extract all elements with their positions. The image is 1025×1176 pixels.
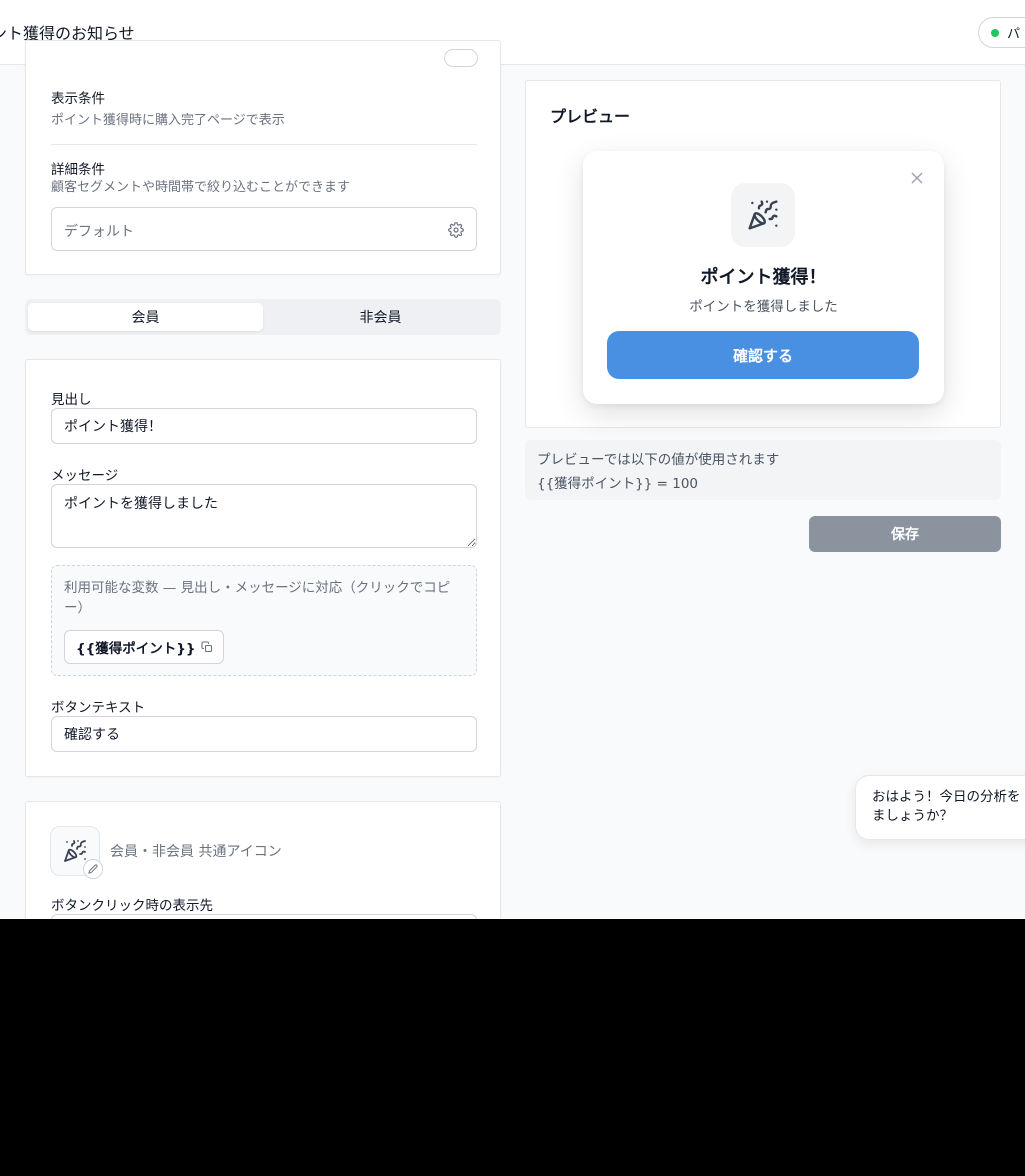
detail-condition-select[interactable]: デフォルト bbox=[51, 207, 477, 251]
copy-icon bbox=[201, 641, 213, 653]
preview-modal: ポイント獲得！ ポイントを獲得しました 確認する bbox=[583, 151, 944, 404]
content-settings-card: 見出し メッセージ ポイントを獲得しました 利用可能な変数 — 見出し・メッセー… bbox=[25, 359, 501, 777]
divider bbox=[51, 144, 477, 145]
preview-title: プレビュー bbox=[550, 107, 631, 126]
close-icon[interactable] bbox=[910, 171, 924, 185]
tab-non-member[interactable]: 非会員 bbox=[263, 303, 498, 331]
preview-card: プレビュー ポイント獲得！ ポイントを獲得しました 確認する bbox=[525, 80, 1001, 428]
status-dot-icon bbox=[991, 28, 999, 37]
variable-chip[interactable]: {{獲得ポイント}} bbox=[64, 630, 225, 664]
tab-member[interactable]: 会員 bbox=[28, 303, 263, 331]
detail-condition-label: 詳細条件 bbox=[51, 162, 105, 178]
icon-caption: 会員・非会員 共通アイコン bbox=[110, 844, 282, 860]
chat-assistant-bubble[interactable]: おはよう！今日の分析を​ましょうか？ bbox=[855, 775, 1025, 840]
click-target-select[interactable] bbox=[51, 914, 477, 919]
variables-panel: 利用可能な変数 — 見出し・メッセージに対応（クリックでコピー） {{獲得ポイン… bbox=[51, 565, 477, 676]
detail-condition-select-value: デフォルト bbox=[64, 224, 134, 240]
display-condition-value: ポイント獲得時に購入完了ページで表示 bbox=[51, 113, 285, 128]
gear-icon[interactable] bbox=[448, 222, 464, 238]
toggle-switch[interactable] bbox=[444, 49, 478, 67]
detail-condition-help: 顧客セグメントや時間帯で絞り込むことができます bbox=[51, 180, 351, 195]
icon-settings-card: 会員・非会員 共通アイコン ボタンクリック時の表示先 bbox=[25, 801, 501, 919]
status-label: パ bbox=[1007, 27, 1021, 42]
heading-field-label: 見出し bbox=[51, 392, 92, 408]
modal-confirm-button[interactable]: 確認する bbox=[607, 331, 919, 379]
party-popper-icon bbox=[748, 200, 778, 230]
modal-heading: ポイント獲得！ bbox=[700, 267, 827, 288]
member-segment-control: 会員 非会員 bbox=[25, 299, 501, 335]
message-field-label: メッセージ bbox=[51, 468, 119, 484]
edit-icon-button[interactable] bbox=[83, 859, 103, 879]
preview-note-variable: {{獲得ポイント}} = 100 bbox=[537, 476, 699, 492]
heading-input[interactable] bbox=[51, 408, 477, 444]
message-textarea[interactable]: ポイントを獲得しました bbox=[51, 484, 477, 548]
button-text-field-label: ボタンテキスト bbox=[51, 700, 146, 716]
variables-description: 利用可能な変数 — 見出し・メッセージに対応（クリックでコピー） bbox=[64, 580, 451, 616]
modal-icon-tile bbox=[731, 183, 795, 247]
status-badge[interactable]: パ bbox=[978, 17, 1025, 48]
preview-note-line: プレビューでは以下の値が使用されます bbox=[537, 452, 780, 468]
modal-message: ポイントを獲得しました bbox=[689, 299, 838, 315]
save-button[interactable]: 保存 bbox=[809, 516, 1001, 552]
preview-note: プレビューでは以下の値が使用されます {{獲得ポイント}} = 100 bbox=[525, 440, 1001, 500]
app-window: ント獲得のお知らせ パ 表示条件 ポイント獲得時に購入完了ページで表示 詳細条件… bbox=[0, 0, 1025, 919]
display-condition-label: 表示条件 bbox=[51, 91, 105, 107]
button-text-input[interactable] bbox=[51, 716, 477, 752]
party-popper-icon bbox=[64, 840, 86, 862]
variable-chip-label: {{獲得ポイント}} bbox=[76, 641, 196, 657]
pencil-icon bbox=[88, 864, 98, 874]
display-settings-card: 表示条件 ポイント獲得時に購入完了ページで表示 詳細条件 顧客セグメントや時間帯… bbox=[25, 40, 501, 275]
click-target-label: ボタンクリック時の表示先 bbox=[51, 898, 213, 914]
